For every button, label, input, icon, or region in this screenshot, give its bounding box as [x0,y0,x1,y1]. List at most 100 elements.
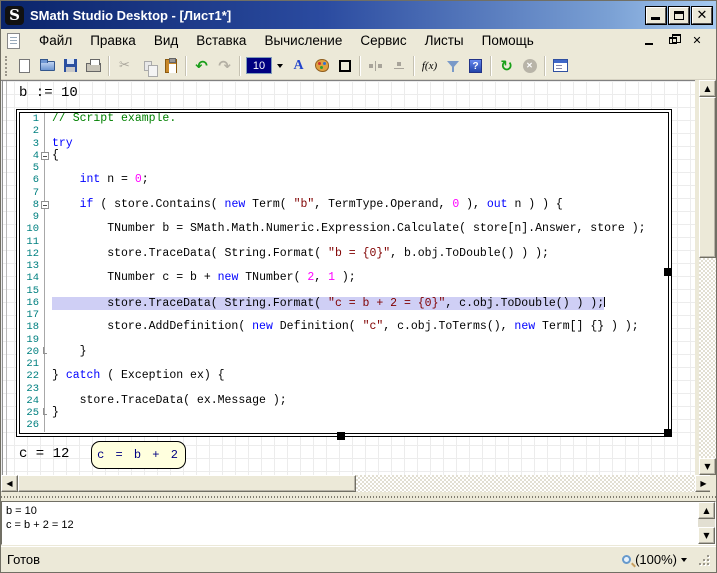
code-line[interactable]: 6 int n = 0; [20,174,668,186]
code-line[interactable]: 2 [20,125,668,137]
horizontal-scrollbar-track[interactable] [356,475,695,492]
resize-grip[interactable] [697,553,710,566]
menu-view[interactable]: Вид [145,31,187,50]
resize-handle-bottom-right[interactable] [664,429,672,437]
code-line[interactable]: 14 TNumber c = b + new TNumber( 2, 1 ); [20,272,668,284]
menu-sheets[interactable]: Листы [416,31,473,50]
horizontal-separator-button[interactable] [364,55,387,77]
math-region-expression-box[interactable]: c = b + 2 [91,441,186,469]
code-text[interactable]: TNumber b = SMath.Math.Numeric.Expressio… [45,223,668,235]
code-text[interactable]: // Script example. [45,113,668,125]
code-snippet-region[interactable]: 1// Script example.23try4{56 int n = 0;7… [16,109,672,437]
horizontal-scrollbar-thumb[interactable] [18,475,356,492]
mdi-restore-button[interactable] [666,34,680,47]
stop-button[interactable]: ✕ [518,55,541,77]
scroll-up-button[interactable]: ▲ [698,502,715,519]
menu-calculation[interactable]: Вычисление [255,31,351,50]
code-text[interactable] [45,285,668,297]
code-text[interactable]: try [45,138,668,150]
code-text[interactable]: } [45,346,668,358]
math-region-b-definition[interactable]: b := 10 [19,85,78,101]
code-text[interactable]: if ( store.Contains( new Term( "b", Term… [45,199,668,211]
paste-button[interactable] [159,55,182,77]
fold-marker[interactable] [41,152,49,160]
scroll-left-button[interactable]: ◀ [1,475,18,492]
code-line[interactable]: 19 [20,334,668,346]
undo-button[interactable]: ↶ [190,55,213,77]
save-button[interactable] [59,55,82,77]
open-button[interactable] [36,55,59,77]
new-button[interactable] [13,55,36,77]
copy-button[interactable] [136,55,159,77]
code-line[interactable]: 8 if ( store.Contains( new Term( "b", Te… [20,199,668,211]
menu-help[interactable]: Помощь [473,31,543,50]
code-line[interactable]: 16 store.TraceData( String.Format( "c = … [20,297,668,309]
code-line[interactable]: 15 [20,285,668,297]
code-line[interactable]: 26 [20,419,668,431]
fold-marker[interactable] [43,347,47,354]
vertical-separator-button[interactable] [387,55,410,77]
code-editor[interactable]: 1// Script example.23try4{56 int n = 0;7… [19,112,669,434]
code-line[interactable]: 20 } [20,346,668,358]
document-icon[interactable] [7,33,20,49]
scroll-down-button[interactable]: ▼ [699,458,716,475]
scroll-down-button[interactable]: ▼ [698,527,715,544]
title-bar[interactable]: S SMath Studio Desktop - [Лист1*] ✕ [1,1,716,29]
redo-button[interactable]: ↷ [213,55,236,77]
code-line[interactable]: 12 store.TraceData( String.Format( "b = … [20,248,668,260]
background-color-button[interactable] [310,55,333,77]
resize-handle-right[interactable] [664,268,672,276]
vertical-scrollbar-track[interactable] [699,258,716,458]
menu-file[interactable]: Файл [30,31,81,50]
vertical-scrollbar-thumb[interactable] [699,97,716,258]
side-panel-button[interactable] [549,55,572,77]
toolbar-grip[interactable] [5,56,9,76]
code-text[interactable]: int n = 0; [45,174,668,186]
mdi-close-button[interactable]: ✕ [690,34,704,47]
code-line[interactable]: 24 store.TraceData( ex.Message ); [20,395,668,407]
cut-button[interactable]: ✂ [113,55,136,77]
font-size-input[interactable]: 10 [246,57,272,74]
trace-vertical-scrollbar[interactable]: ▲ ▼ [698,502,715,544]
chevron-down-icon[interactable] [681,558,687,562]
maximize-button[interactable] [669,7,689,24]
font-color-button[interactable]: A [287,55,310,77]
code-text[interactable]: { [45,150,668,162]
close-button[interactable]: ✕ [692,7,712,24]
menu-tools[interactable]: Сервис [351,31,415,50]
worksheet-horizontal-scrollbar[interactable]: ◀ ▶ [1,475,712,492]
worksheet-canvas[interactable]: b := 10 1// Script example.23try4{56 int… [1,80,695,475]
help-button[interactable]: ? [464,55,487,77]
mdi-minimize-button[interactable] [642,34,656,47]
code-text[interactable] [45,125,668,137]
fold-marker[interactable] [43,408,47,415]
code-line[interactable]: 10 TNumber b = SMath.Math.Numeric.Expres… [20,223,668,235]
minimize-button[interactable] [646,7,666,24]
worksheet-vertical-scrollbar[interactable]: ▲ ▼ [699,80,716,475]
fold-marker[interactable] [41,201,49,209]
scroll-up-button[interactable]: ▲ [699,80,716,97]
resize-handle-bottom[interactable] [337,432,345,440]
code-text[interactable]: } catch ( Exception ex) { [45,370,668,382]
menu-insert[interactable]: Вставка [187,31,255,50]
math-region-c-result[interactable]: c = 12 [19,446,69,462]
menu-edit[interactable]: Правка [81,31,145,50]
code-text[interactable]: store.AddDefinition( new Definition( "c"… [45,321,668,333]
code-line[interactable]: 18 store.AddDefinition( new Definition( … [20,321,668,333]
code-text[interactable]: TNumber c = b + new TNumber( 2, 1 ); [45,272,668,284]
code-line[interactable]: 25} [20,407,668,419]
code-text[interactable]: store.TraceData( String.Format( "b = {0}… [45,248,668,260]
border-button[interactable] [333,55,356,77]
code-line[interactable]: 1// Script example. [20,113,668,125]
function-button[interactable]: f(x) [418,55,441,77]
code-text[interactable]: store.TraceData( String.Format( "c = b +… [45,297,668,309]
code-line[interactable]: 4{ [20,150,668,162]
code-line[interactable]: 3try [20,138,668,150]
code-text[interactable] [45,419,668,431]
font-size-dropdown-button[interactable] [272,57,287,74]
code-text[interactable] [45,334,668,346]
trace-output-panel[interactable]: b = 10c = b + 2 = 12 ▲ ▼ [1,501,716,545]
recalculate-button[interactable]: ↻ [495,55,518,77]
print-button[interactable] [82,55,105,77]
zoom-control[interactable]: (100%) [622,552,710,567]
